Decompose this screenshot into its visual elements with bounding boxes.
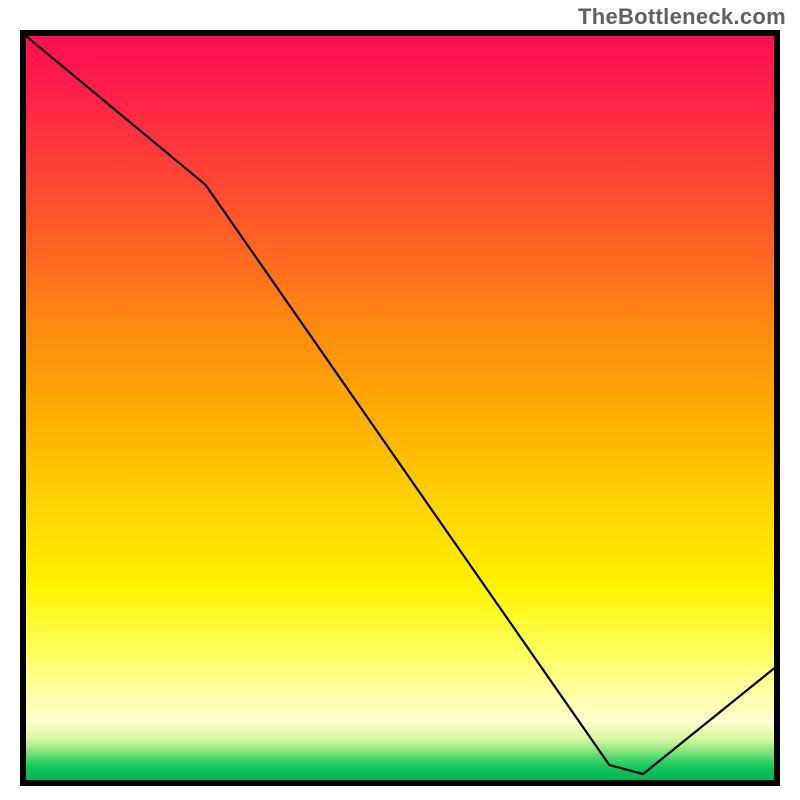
plot-frame	[20, 30, 780, 786]
chart-container: TheBottleneck.com	[0, 0, 800, 800]
bottleneck-curve	[26, 36, 774, 780]
watermark-text: TheBottleneck.com	[578, 4, 786, 30]
plot-area	[26, 36, 774, 780]
